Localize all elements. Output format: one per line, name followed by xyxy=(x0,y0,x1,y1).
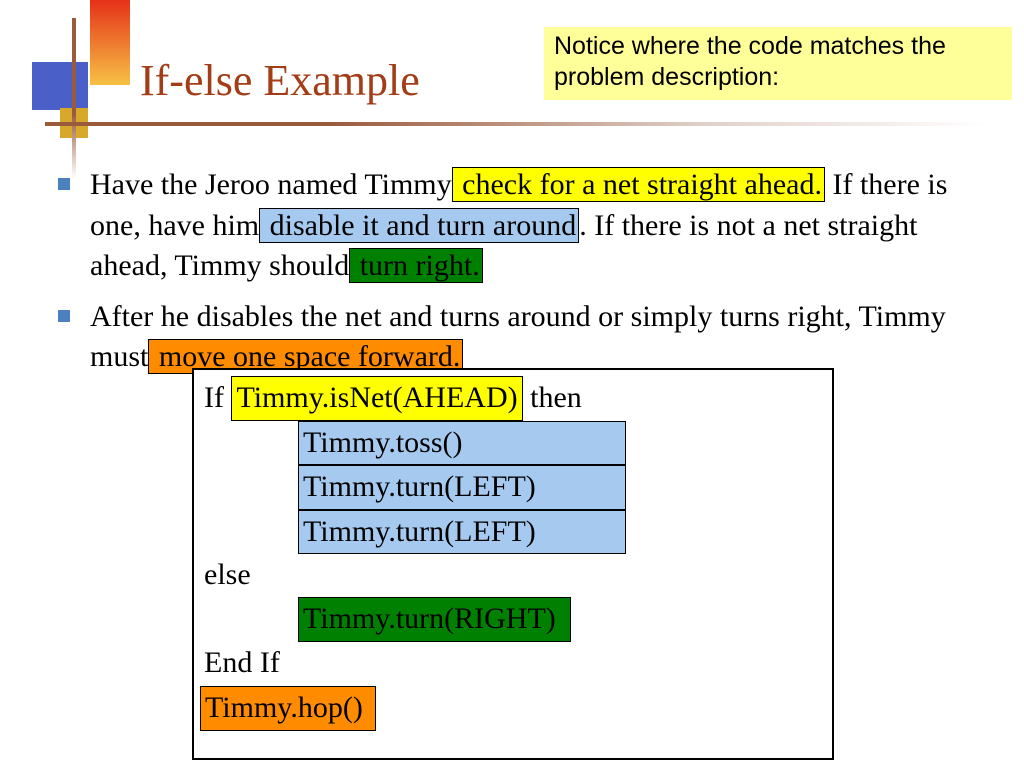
code-action-blue: Timmy.turn(LEFT) xyxy=(298,510,626,555)
code-if-keyword: If xyxy=(204,381,231,414)
code-action-blue: Timmy.turn(LEFT) xyxy=(298,465,626,510)
b1-highlight-green: turn right. xyxy=(349,248,483,283)
notice-callout: Notice where the code matches the proble… xyxy=(544,27,1012,100)
body-content: Have the Jeroo named Timmy check for a n… xyxy=(58,165,993,388)
code-condition-yellow: Timmy.isNet(AHEAD) xyxy=(231,376,522,421)
bullet-marker-icon xyxy=(58,310,70,322)
corner-red-bar xyxy=(90,0,130,85)
b1-highlight-yellow: check for a net straight ahead. xyxy=(452,167,825,202)
code-action-blue: Timmy.toss() xyxy=(298,421,626,466)
code-line-else: else xyxy=(204,554,822,597)
code-line-if: If Timmy.isNet(AHEAD) then xyxy=(204,376,822,421)
code-line-turn-left-2: Timmy.turn(LEFT) xyxy=(204,510,822,555)
code-line-turn-left-1: Timmy.turn(LEFT) xyxy=(204,465,822,510)
code-box: If Timmy.isNet(AHEAD) then Timmy.toss() … xyxy=(192,368,834,760)
code-then-keyword: then xyxy=(523,381,582,414)
code-line-turn-right: Timmy.turn(RIGHT) xyxy=(204,597,822,642)
corner-blue-square xyxy=(32,62,88,110)
b1-plain-1: Have the Jeroo named Timmy xyxy=(90,168,452,201)
title-underline-rule xyxy=(45,122,985,126)
code-line-endif: End If xyxy=(204,642,822,685)
code-line-hop: Timmy.hop() xyxy=(204,684,822,731)
code-action-green: Timmy.turn(RIGHT) xyxy=(298,597,571,642)
bullet-1-text: Have the Jeroo named Timmy check for a n… xyxy=(90,165,993,287)
bullet-marker-icon xyxy=(58,178,70,190)
slide-title: If-else Example xyxy=(140,55,420,106)
corner-vertical-rule xyxy=(72,18,76,178)
bullet-2-text: After he disables the net and turns arou… xyxy=(90,297,993,378)
code-action-orange: Timmy.hop() xyxy=(200,686,376,731)
bullet-1: Have the Jeroo named Timmy check for a n… xyxy=(58,165,993,287)
code-line-toss: Timmy.toss() xyxy=(204,421,822,466)
b1-highlight-blue: disable it and turn around xyxy=(259,208,579,243)
bullet-2: After he disables the net and turns arou… xyxy=(58,297,993,378)
